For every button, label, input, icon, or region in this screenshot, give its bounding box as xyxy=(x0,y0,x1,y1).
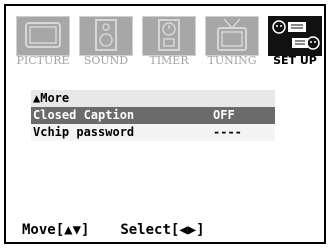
vchip-password-value: ---- xyxy=(213,125,242,139)
timer-icon xyxy=(158,19,180,51)
setup-keyboard-icon xyxy=(272,20,320,50)
speaker-icon xyxy=(95,19,117,51)
more-header-item[interactable]: ▲More xyxy=(31,90,275,107)
tab-picture-label: PICTURE xyxy=(16,54,70,67)
menu-tabs: PICTURE SOUND TIMER TUNING SET UP xyxy=(14,14,322,72)
tab-timer-label: TIMER xyxy=(149,54,189,67)
tab-tuning[interactable]: TUNING xyxy=(203,14,261,72)
antenna-tv-icon xyxy=(217,18,247,51)
tab-setup[interactable]: SET UP xyxy=(266,14,324,72)
tab-tuning-label: TUNING xyxy=(207,54,257,67)
vchip-password-label: Vchip password xyxy=(33,125,135,139)
select-hint: Select[◀▶] xyxy=(120,222,205,238)
tab-setup-label: SET UP xyxy=(273,54,317,67)
tab-timer[interactable]: TIMER xyxy=(140,14,198,72)
menu-item-vchip-password[interactable]: Vchip password ---- xyxy=(31,124,275,141)
more-header-label: ▲More xyxy=(33,91,70,105)
setup-menu-list: ▲More Closed Caption OFF Vchip password … xyxy=(31,90,275,141)
tab-sound[interactable]: SOUND xyxy=(77,14,135,72)
tab-sound-label: SOUND xyxy=(83,54,129,67)
footer-hints: Move[▲▼] Select[◀▶] xyxy=(22,222,205,238)
closed-caption-label: Closed Caption xyxy=(33,108,135,122)
tab-picture[interactable]: PICTURE xyxy=(14,14,72,72)
menu-item-closed-caption[interactable]: Closed Caption OFF xyxy=(31,107,275,124)
tv-screen-icon xyxy=(25,22,61,48)
closed-caption-value: OFF xyxy=(213,108,235,122)
move-hint: Move[▲▼] xyxy=(22,222,90,238)
